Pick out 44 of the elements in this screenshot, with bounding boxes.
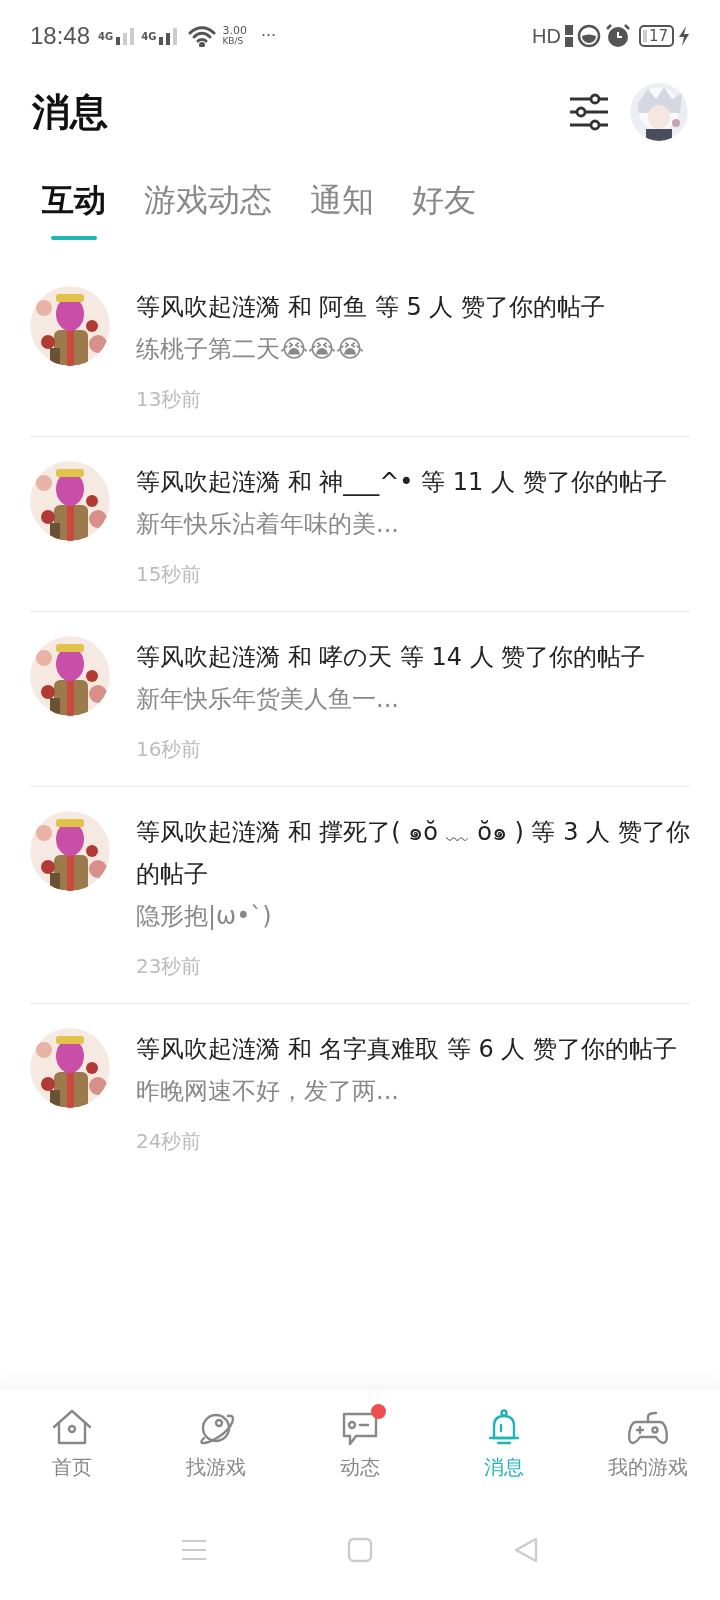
eye-comfort-icon (576, 24, 601, 48)
nav-item[interactable]: 动态 (288, 1408, 432, 1482)
hd-indicator: HD (532, 24, 561, 49)
tab[interactable]: 好友 (412, 178, 476, 240)
nav-item[interactable]: 消息 (432, 1408, 576, 1482)
speed-unit: KB/S (222, 36, 245, 47)
signal-icon (158, 27, 179, 45)
notification-text: 等风吹起涟漪 和 撑死了( ๑ŏ ﹏ ŏ๑ ) 等 3 人 赞了你的帖子 (136, 817, 690, 890)
nav-item[interactable]: 我的游戏 (576, 1408, 720, 1482)
network-type: 4G (141, 29, 157, 44)
notification-text: 等风吹起涟漪 和 哮の天 等 14 人 赞了你的帖子 (136, 642, 647, 673)
menu-icon[interactable] (181, 1539, 207, 1561)
page-title: 消息 (32, 88, 108, 136)
back-icon[interactable] (513, 1537, 539, 1563)
tab[interactable]: 互动 (42, 178, 106, 240)
post-preview: 新年快乐沾着年味的美... (136, 509, 400, 540)
nav-item[interactable]: 首页 (0, 1408, 144, 1482)
timestamp: 23秒前 (136, 953, 203, 980)
dual-sim-icon (564, 25, 573, 47)
nav-item[interactable]: 找游戏 (144, 1408, 288, 1482)
notification-text: 等风吹起涟漪 和 阿鱼 等 5 人 赞了你的帖子 (136, 292, 607, 323)
signal-icon (115, 27, 136, 45)
wifi-icon (188, 25, 217, 47)
post-preview: 练桃子第二天😭😭😭 (136, 334, 366, 365)
home-square-icon[interactable] (347, 1537, 373, 1563)
notification-text: 等风吹起涟漪 和 神___^• 等 11 人 赞了你的帖子 (136, 467, 668, 498)
status-time: 18:48 (30, 21, 91, 51)
tab[interactable]: 通知 (310, 178, 374, 240)
post-preview: 昨晚网速不好，发了两... (136, 1076, 400, 1107)
timestamp: 24秒前 (136, 1128, 203, 1155)
timestamp: 13秒前 (136, 386, 203, 413)
speed-value: 3.00 (222, 25, 247, 36)
timestamp: 16秒前 (136, 736, 203, 763)
post-preview: 新年快乐年货美人鱼一... (136, 684, 400, 715)
post-preview: 隐形抱|ω•`) (136, 901, 273, 932)
sliders-icon (569, 93, 609, 131)
alarm-icon (604, 23, 631, 49)
timestamp: 15秒前 (136, 561, 203, 588)
tab[interactable]: 游戏动态 (144, 178, 272, 240)
battery-indicator: 17 (638, 25, 674, 47)
network-type: 4G (98, 29, 114, 44)
notification-text: 等风吹起涟漪 和 名字真难取 等 6 人 赞了你的帖子 (136, 1034, 679, 1065)
charging-icon (678, 26, 690, 46)
more-indicator: ··· (260, 25, 277, 47)
